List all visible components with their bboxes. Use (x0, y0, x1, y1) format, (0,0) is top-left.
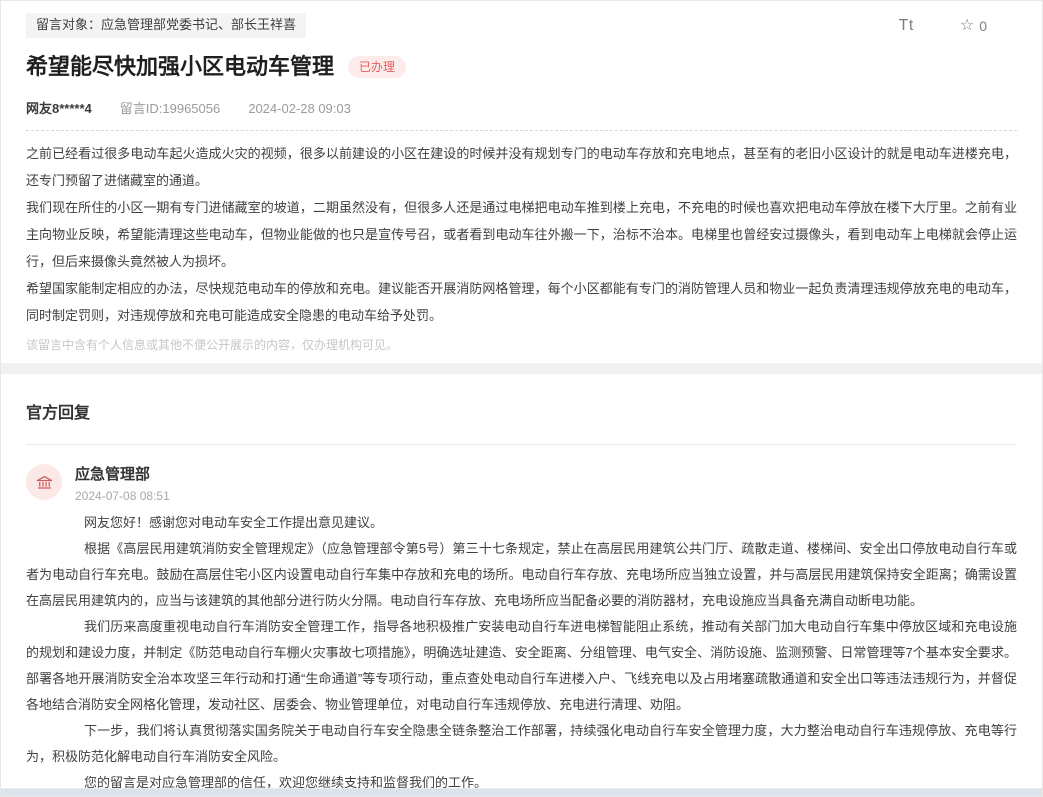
page-title: 希望能尽快加强小区电动车管理 (26, 54, 334, 80)
reply-section-title: 官方回复 (26, 399, 1017, 423)
dashed-divider (26, 130, 1017, 131)
footer-strip (1, 788, 1042, 796)
title-row: 希望能尽快加强小区电动车管理 已办理 (26, 54, 1017, 80)
privacy-note: 该留言中含有个人信息或其他不便公开展示的内容，仅办理机构可见。 (26, 336, 1017, 353)
reply-datetime: 2024-07-08 08:51 (75, 489, 170, 503)
agency-name: 应急管理部 (75, 464, 170, 484)
avatar (26, 464, 62, 500)
government-building-icon (35, 473, 54, 492)
star-icon: ☆ (960, 18, 974, 34)
reply-paragraph: 下一步，我们将认真贯彻落实国务院关于电动自行车安全隐患全链条整治工作部署，持续强… (26, 718, 1017, 770)
reply-paragraph: 根据《高层民用建筑消防安全管理规定》（应急管理部令第5号）第三十七条规定，禁止在… (26, 536, 1017, 614)
section-divider (26, 444, 1017, 445)
official-reply-card: 官方回复 应急管理部 2024-07-08 08:51 网友您好！感谢您对电动车… (1, 374, 1042, 788)
author-name: 网友8*****4 (26, 98, 92, 117)
message-target-tag: 留言对象：应急管理部党委书记、部长王祥喜 (26, 13, 306, 38)
message-card: 留言对象：应急管理部党委书记、部长王祥喜 Tt ☆ 0 希望能尽快加强小区电动车… (1, 1, 1042, 363)
reply-paragraph: 我们历来高度重视电动自行车消防安全管理工作，指导各地积极推广安装电动自行车进电梯… (26, 614, 1017, 718)
favorite-count: 0 (979, 18, 987, 34)
message-paragraph: 希望国家能制定相应的办法，尽快规范电动车的停放和充电。建议能否开展消防网格管理，… (26, 275, 1017, 329)
card-gap-band (1, 363, 1042, 374)
message-body: 之前已经看过很多电动车起火造成火灾的视频，很多以前建设的小区在建设的时候并没有规… (26, 140, 1017, 329)
message-paragraph: 我们现在所住的小区一期有专门进储藏室的坡道，二期虽然没有，但很多人还是通过电梯把… (26, 194, 1017, 275)
reply-header: 应急管理部 2024-07-08 08:51 (26, 464, 1017, 503)
reply-body: 网友您好！感谢您对电动车安全工作提出意见建议。根据《高层民用建筑消防安全管理规定… (26, 510, 1017, 788)
message-meta: 网友8*****4 留言ID:19965056 2024-02-28 09:03 (26, 98, 1017, 117)
agency-block: 应急管理部 2024-07-08 08:51 (75, 464, 170, 503)
reply-paragraph: 网友您好！感谢您对电动车安全工作提出意见建议。 (26, 510, 1017, 536)
favorite-button[interactable]: ☆ 0 (960, 18, 987, 34)
status-badge: 已办理 (348, 56, 406, 79)
message-paragraph: 之前已经看过很多电动车起火造成火灾的视频，很多以前建设的小区在建设的时候并没有规… (26, 140, 1017, 194)
toolbar: Tt ☆ 0 (899, 17, 987, 35)
message-datetime: 2024-02-28 09:03 (248, 101, 351, 116)
reply-paragraph: 您的留言是对应急管理部的信任，欢迎您继续支持和监督我们的工作。 (26, 770, 1017, 788)
message-id: 留言ID:19965056 (120, 98, 220, 117)
message-detail-page: 留言对象：应急管理部党委书记、部长王祥喜 Tt ☆ 0 希望能尽快加强小区电动车… (0, 0, 1043, 797)
font-size-icon[interactable]: Tt (899, 17, 914, 35)
